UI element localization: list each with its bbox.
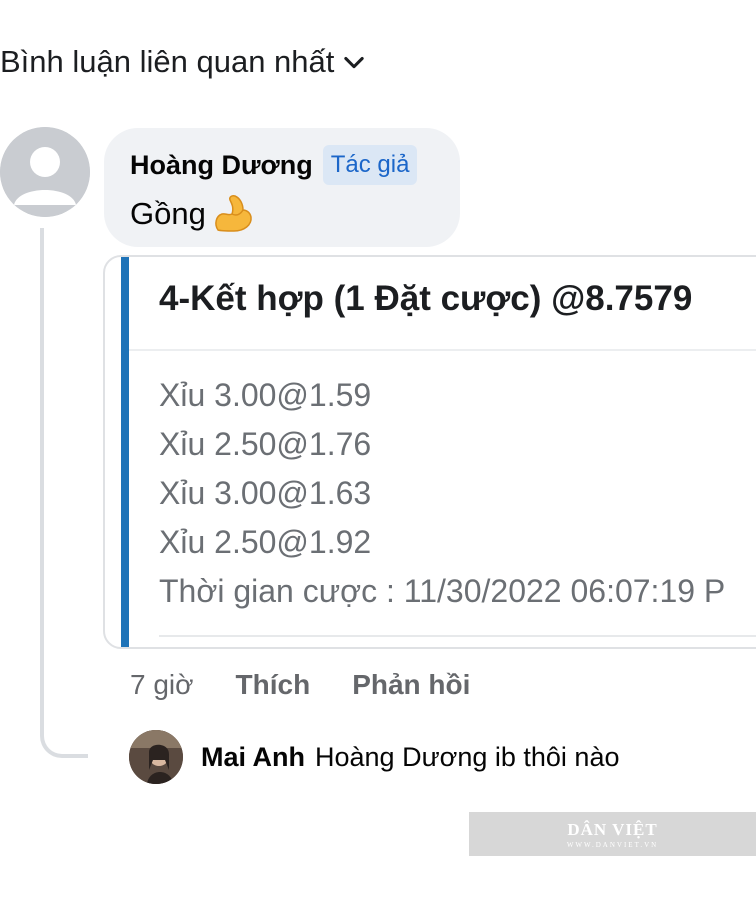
sort-label: Bình luận liên quan nhất bbox=[0, 44, 335, 79]
chevron-down-icon bbox=[344, 56, 365, 69]
comment-timestamp[interactable]: 7 giờ bbox=[130, 669, 194, 701]
comment-bubble: Hoàng Dương Tác giả Gồng bbox=[104, 128, 460, 247]
bet-slip-card[interactable]: 4-Kết hợp (1 Đặt cược) @8.7579 Xỉu 3.00@… bbox=[103, 255, 756, 649]
card-accent-bar bbox=[121, 257, 129, 647]
bet-time: Thời gian cược : 11/30/2022 06:07:19 P bbox=[159, 573, 726, 609]
reply-preview[interactable]: Mai Anh Hoàng Dương ib thôi nào bbox=[129, 730, 619, 784]
comment-text: Gồng bbox=[130, 196, 206, 231]
watermark-url: WWW.DANVIET.VN bbox=[566, 840, 659, 849]
default-avatar-icon bbox=[0, 127, 90, 217]
like-button[interactable]: Thích bbox=[236, 669, 311, 701]
comment-author[interactable]: Hoàng Dương bbox=[130, 150, 313, 181]
bet-line: Xỉu 3.00@1.63 bbox=[159, 475, 372, 511]
bet-lines: Xỉu 3.00@1.59 Xỉu 2.50@1.76 Xỉu 3.00@1.6… bbox=[159, 375, 725, 620]
reply-avatar[interactable] bbox=[129, 730, 183, 784]
user-photo-icon bbox=[129, 730, 183, 784]
flexed-biceps-icon bbox=[215, 195, 252, 232]
comment-sort-selector[interactable]: Bình luận liên quan nhất bbox=[0, 40, 368, 84]
watermark-text: DÂN VIỆT bbox=[567, 819, 658, 839]
divider bbox=[129, 349, 756, 351]
thread-connector bbox=[40, 228, 88, 758]
comment-actions: 7 giờ Thích Phản hồi bbox=[130, 667, 470, 703]
watermark-logo: DÂN VIỆT WWW.DANVIET.VN bbox=[469, 812, 756, 856]
bet-line: Xỉu 3.00@1.59 bbox=[159, 377, 372, 413]
author-badge: Tác giả bbox=[322, 145, 418, 185]
reply-button[interactable]: Phản hồi bbox=[352, 669, 470, 701]
avatar[interactable] bbox=[0, 127, 90, 217]
bet-slip-title: 4-Kết hợp (1 Đặt cược) @8.7579 bbox=[159, 279, 693, 318]
reply-author[interactable]: Mai Anh bbox=[201, 742, 305, 773]
bet-line: Xỉu 2.50@1.92 bbox=[159, 524, 372, 560]
divider bbox=[159, 635, 756, 637]
reply-text: Hoàng Dương ib thôi nào bbox=[315, 741, 620, 772]
bet-line: Xỉu 2.50@1.76 bbox=[159, 426, 372, 462]
